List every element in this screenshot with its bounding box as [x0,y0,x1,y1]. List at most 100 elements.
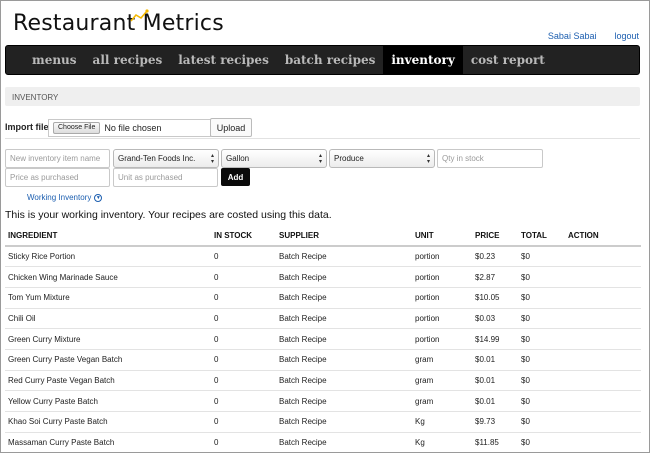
cell-price: $0.01 [472,370,518,392]
cell-ingredient: Tom Yum Mixture [5,287,211,309]
cell-unit: Kg [412,411,472,433]
cell-action[interactable] [565,390,641,412]
table-row[interactable]: Green Curry Mixture 0 Batch Recipe porti… [5,328,641,350]
nav-latest-recipes[interactable]: latest recipes [170,46,277,74]
cell-ingredient: Green Curry Paste Vegan Batch [5,349,211,371]
cell-price: $14.99 [472,328,518,350]
qty-in-stock-input[interactable] [437,149,543,168]
cell-action[interactable] [565,246,641,268]
table-row[interactable]: Khao Soi Curry Paste Batch 0 Batch Recip… [5,411,641,433]
cell-unit: gram [412,349,472,371]
col-header-total[interactable]: TOTAL [518,225,565,247]
cell-ingredient: Green Curry Mixture [5,328,211,350]
nav-inventory[interactable]: inventory [383,46,463,74]
circle-down-arrow-icon: ▼ [94,193,103,202]
table-row[interactable]: Green Curry Paste Vegan Batch 0 Batch Re… [5,349,641,371]
cell-supplier: Batch Recipe [276,390,412,412]
working-inventory-label: Working Inventory [27,193,92,202]
select-arrows-icon: ▴ ▾ [318,152,322,165]
table-row[interactable]: Tom Yum Mixture 0 Batch Recipe portion $… [5,287,641,309]
cell-unit: portion [412,287,472,309]
sparkline-icon [130,9,149,22]
app-window: Restaurant Metrics Sabai Sabai logout me… [0,0,650,453]
cell-supplier: Batch Recipe [276,246,412,268]
cell-supplier: Batch Recipe [276,432,412,452]
cell-in-stock: 0 [211,308,276,330]
price-input[interactable] [5,168,110,187]
cell-action[interactable] [565,287,641,309]
cell-supplier: Batch Recipe [276,370,412,392]
table-row[interactable]: Red Curry Paste Vegan Batch 0 Batch Reci… [5,370,641,392]
cell-price: $10.05 [472,287,518,309]
cell-total: $0 [518,246,565,268]
table-row[interactable]: Sticky Rice Portion 0 Batch Recipe porti… [5,246,641,268]
cell-in-stock: 0 [211,390,276,412]
item-name-input[interactable] [5,149,110,168]
cell-action[interactable] [565,308,641,330]
cell-unit: Kg [412,432,472,452]
cell-action[interactable] [565,411,641,433]
cell-total: $0 [518,287,565,309]
cell-in-stock: 0 [211,411,276,433]
cell-supplier: Batch Recipe [276,266,412,288]
table-row[interactable]: Chicken Wing Marinade Sauce 0 Batch Reci… [5,266,641,288]
inventory-table: INGREDIENT IN STOCK SUPPLIER UNIT PRICE … [5,225,641,452]
cell-ingredient: Sticky Rice Portion [5,246,211,268]
brand-logo[interactable]: Restaurant Metrics [13,9,224,36]
logout-link[interactable]: logout [614,31,639,41]
file-input[interactable]: Choose File No file chosen [48,119,211,137]
col-header-in-stock[interactable]: IN STOCK [211,225,276,247]
cell-action[interactable] [565,349,641,371]
cell-unit: portion [412,308,472,330]
cell-action[interactable] [565,370,641,392]
cell-price: $9.73 [472,411,518,433]
select-arrows-icon: ▴ ▾ [210,152,214,165]
cell-unit: portion [412,266,472,288]
cell-price: $11.85 [472,432,518,452]
nav-cost-report[interactable]: cost report [463,46,553,74]
unit-select[interactable]: Gallon ▴ ▾ [221,149,327,168]
cell-price: $0.23 [472,246,518,268]
cell-total: $0 [518,390,565,412]
col-header-supplier[interactable]: SUPPLIER [276,225,412,247]
add-button[interactable]: Add [221,168,250,186]
supplier-select[interactable]: Grand-Ten Foods Inc. ▴ ▾ [113,149,219,168]
cell-total: $0 [518,308,565,330]
table-row[interactable]: Massaman Curry Paste Batch 0 Batch Recip… [5,432,641,452]
cell-price: $0.01 [472,349,518,371]
nav-all-recipes[interactable]: all recipes [85,46,171,74]
select-arrows-icon: ▴ ▾ [426,152,430,165]
cell-unit: portion [412,328,472,350]
col-header-unit[interactable]: UNIT [412,225,472,247]
category-select-value: Produce [334,154,364,163]
col-header-ingredient[interactable]: INGREDIENT [5,225,211,247]
cell-total: $0 [518,370,565,392]
table-row[interactable]: Chili Oil 0 Batch Recipe portion $0.03 $… [5,308,641,330]
cell-price: $0.03 [472,308,518,330]
cell-action[interactable] [565,328,641,350]
brand-name: Restaurant Metrics [13,11,224,36]
table-row[interactable]: Yellow Curry Paste Batch 0 Batch Recipe … [5,390,641,412]
category-select[interactable]: Produce ▴ ▾ [329,149,435,168]
cell-action[interactable] [565,432,641,452]
unit-purchased-input[interactable] [113,168,218,187]
col-header-price[interactable]: PRICE [472,225,518,247]
cell-in-stock: 0 [211,328,276,350]
working-inventory-link[interactable]: Working Inventory ▼ [27,193,103,202]
cell-action[interactable] [565,266,641,288]
cell-total: $0 [518,266,565,288]
file-status: No file chosen [104,123,162,133]
nav-menus[interactable]: menus [24,46,85,74]
cell-unit: portion [412,246,472,268]
cell-ingredient: Yellow Curry Paste Batch [5,390,211,412]
section-title: INVENTORY [5,87,640,106]
user-name-link[interactable]: Sabai Sabai [548,31,597,41]
choose-file-button[interactable]: Choose File [53,122,101,134]
cell-total: $0 [518,432,565,452]
cell-price: $0.01 [472,390,518,412]
table-header-row: INGREDIENT IN STOCK SUPPLIER UNIT PRICE … [5,225,641,247]
cell-in-stock: 0 [211,349,276,371]
nav-batch-recipes[interactable]: batch recipes [277,46,384,74]
upload-button[interactable]: Upload [210,118,252,137]
cell-ingredient: Khao Soi Curry Paste Batch [5,411,211,433]
